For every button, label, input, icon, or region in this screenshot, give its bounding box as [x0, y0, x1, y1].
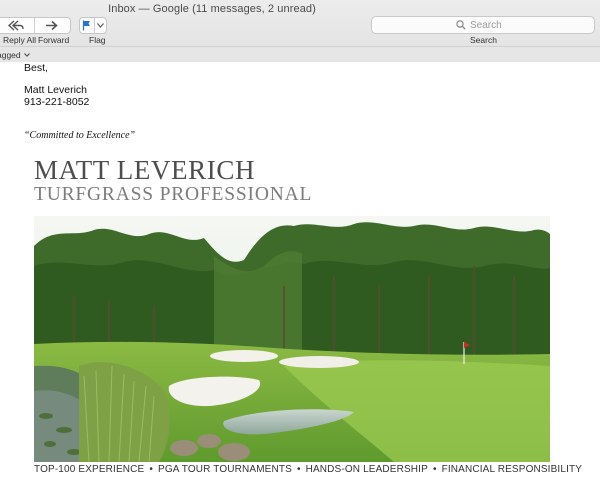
search-label: Search — [470, 35, 497, 45]
flag-icon — [83, 20, 91, 31]
separator-dot: • — [432, 464, 437, 475]
closing-text: Best, — [24, 62, 48, 74]
reply-forward-segmented-control — [0, 17, 71, 34]
forward-arrow-icon — [46, 20, 58, 31]
flag-segmented-control — [79, 17, 107, 34]
window-title: Inbox — Google (11 messages, 2 unread) — [108, 3, 316, 15]
signature-name: MATT LEVERICH — [34, 155, 256, 185]
search-icon — [456, 20, 466, 30]
sender-phone: 913-221-8052 — [24, 96, 90, 108]
favorites-bar: agged — [0, 46, 600, 62]
chevron-down-icon — [97, 23, 104, 28]
credentials-line: TOP-100 EXPERIENCE • PGA TOUR TOURNAMENTS •… — [34, 464, 582, 475]
flag-button[interactable] — [80, 18, 94, 33]
separator-dot: • — [149, 464, 153, 475]
search-field[interactable] — [371, 16, 595, 34]
favorites-item-label: agged — [0, 49, 21, 60]
chevron-down-icon — [23, 52, 30, 57]
golf-course-image — [34, 216, 550, 462]
message-body: Best, Matt Leverich 913-221-8052 “Commit… — [0, 62, 600, 485]
credential-item: HANDS-ON LEADERSHIP — [305, 464, 428, 475]
credential-item: TOP-100 EXPERIENCE — [34, 464, 145, 475]
credential-item: FINANCIAL RESPONSIBILITY — [441, 464, 583, 475]
reply-all-label: Reply All — [3, 35, 37, 45]
flag-label: Flag — [89, 35, 106, 45]
credential-item: PGA TOUR TOURNAMENTS — [158, 464, 292, 475]
forward-label: Forward — [38, 35, 70, 45]
flag-menu-button[interactable] — [93, 18, 106, 33]
separator-dot: • — [296, 464, 301, 475]
search-input[interactable] — [470, 19, 510, 31]
sender-name: Matt Leverich — [24, 84, 88, 96]
reply-all-button[interactable] — [0, 18, 34, 33]
signature-title: TURFGRASS PROFESSIONAL — [34, 184, 313, 205]
forward-button[interactable] — [33, 18, 71, 33]
favorites-bar-item-flagged[interactable]: agged — [0, 50, 30, 60]
golf-course-photo — [34, 216, 550, 462]
reply-all-icon — [7, 20, 24, 31]
motto-text: “Committed to Excellence” — [24, 130, 136, 141]
